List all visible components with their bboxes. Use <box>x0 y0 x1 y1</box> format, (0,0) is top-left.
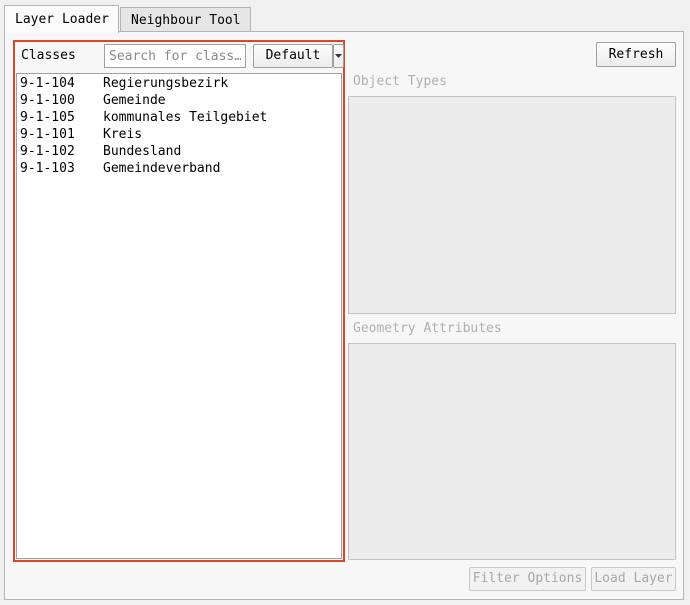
class-name: Bundesland <box>103 144 182 159</box>
geometry-attributes-label: Geometry Attributes <box>353 321 502 336</box>
class-code: 9-1-103 <box>20 161 75 176</box>
class-name: kommunales Teilgebiet <box>103 110 268 125</box>
class-name: Gemeindeverband <box>103 161 221 176</box>
profile-dropdown-arrow[interactable] <box>333 44 344 68</box>
object-types-list[interactable] <box>348 96 676 314</box>
profile-dropdown-value: Default <box>265 48 321 63</box>
load-layer-button[interactable]: Load Layer <box>591 567 676 591</box>
list-item[interactable]: 9-1-101 Kreis <box>17 126 341 143</box>
class-name: Kreis <box>103 127 143 142</box>
load-layer-label: Load Layer <box>594 571 673 586</box>
object-types-label: Object Types <box>353 74 447 89</box>
geometry-attributes-list[interactable] <box>348 343 676 560</box>
tab-layer-loader[interactable]: Layer Loader <box>4 5 119 33</box>
tab-neighbour-tool[interactable]: Neighbour Tool <box>120 7 251 31</box>
class-code: 9-1-105 <box>20 110 75 125</box>
list-item[interactable]: 9-1-104 Regierungsbezirk <box>17 75 341 92</box>
class-name: Regierungsbezirk <box>103 76 229 91</box>
list-item[interactable]: 9-1-102 Bundesland <box>17 143 341 160</box>
class-code: 9-1-101 <box>20 127 75 142</box>
class-code: 9-1-102 <box>20 144 75 159</box>
profile-dropdown-button[interactable]: Default <box>253 44 333 68</box>
filter-options-label: Filter Options <box>472 571 583 586</box>
classes-panel: Classes Default 9-1-104 Regierungsbezirk… <box>13 40 345 562</box>
class-code: 9-1-104 <box>20 76 75 91</box>
tab-layer-loader-label: Layer Loader <box>15 12 109 27</box>
list-item[interactable]: 9-1-105 kommunales Teilgebiet <box>17 109 341 126</box>
class-search-input[interactable] <box>104 44 246 68</box>
tab-neighbour-tool-label: Neighbour Tool <box>131 13 241 28</box>
layer-loader-pane: Classes Default 9-1-104 Regierungsbezirk… <box>4 31 684 600</box>
classes-list[interactable]: 9-1-104 Regierungsbezirk 9-1-100 Gemeind… <box>16 73 342 559</box>
refresh-button[interactable]: Refresh <box>596 42 676 67</box>
classes-label: Classes <box>21 48 76 63</box>
class-code: 9-1-100 <box>20 93 75 108</box>
list-item[interactable]: 9-1-100 Gemeinde <box>17 92 341 109</box>
class-name: Gemeinde <box>103 93 166 108</box>
chevron-down-icon <box>335 54 342 58</box>
filter-options-button[interactable]: Filter Options <box>469 567 586 591</box>
refresh-button-label: Refresh <box>608 47 664 62</box>
list-item[interactable]: 9-1-103 Gemeindeverband <box>17 160 341 177</box>
